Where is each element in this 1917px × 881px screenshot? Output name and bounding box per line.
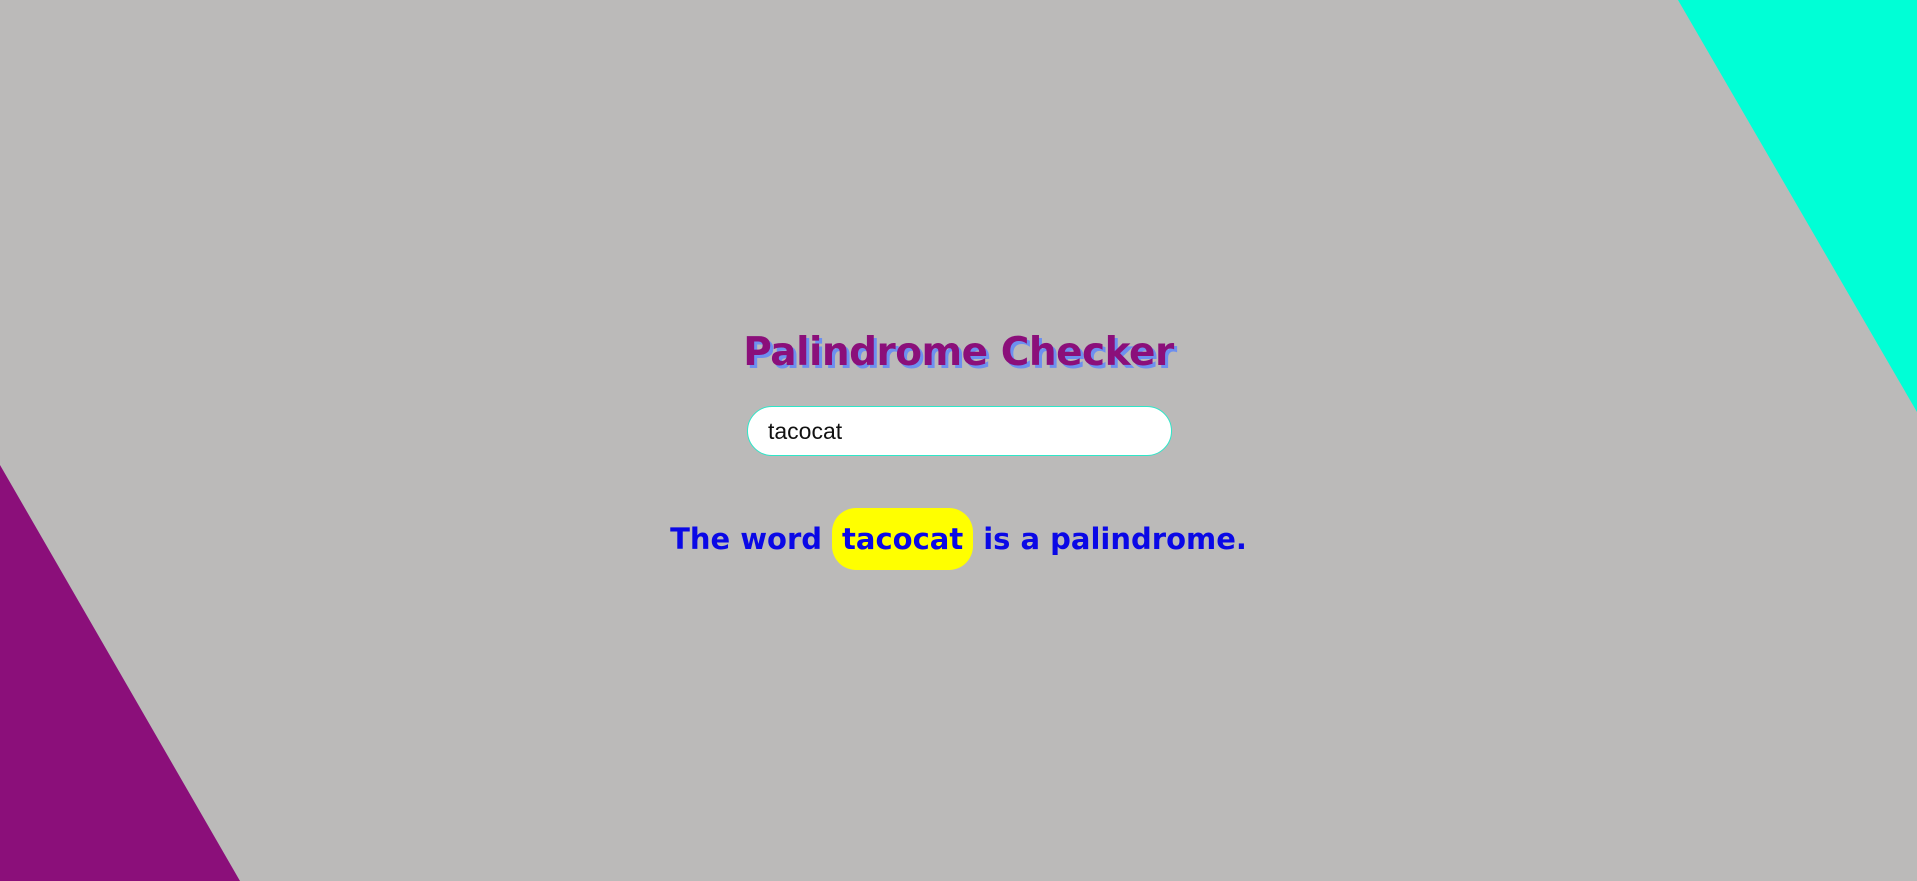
input-container: [747, 406, 1172, 456]
result-word-highlight: tacocat: [832, 508, 974, 570]
page-title: Palindrome Checker: [743, 330, 1174, 375]
result-message: The word tacocat is a palindrome.: [0, 508, 1917, 570]
main-content: Palindrome Checker The word tacocat is a p…: [0, 0, 1917, 881]
result-prefix: The word: [670, 522, 823, 556]
word-input[interactable]: [747, 406, 1172, 456]
result-suffix: is a palindrome.: [983, 522, 1247, 556]
